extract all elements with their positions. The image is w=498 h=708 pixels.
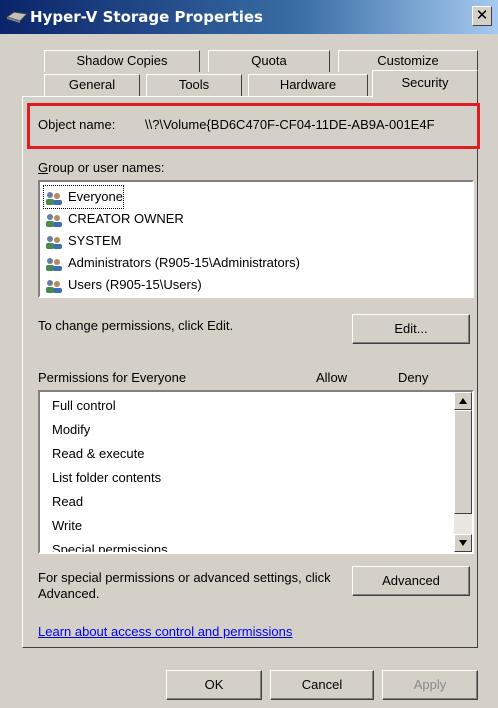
advanced-button-label: Advanced <box>382 573 440 588</box>
group-user-name: Administrators (R905-15\Administrators) <box>68 255 300 270</box>
tab-tools[interactable]: Tools <box>146 74 242 96</box>
deny-header: Deny <box>398 370 429 385</box>
tab-label: General <box>68 77 116 92</box>
edit-button-label: Edit... <box>394 321 428 336</box>
object-name-label: Object name: <box>38 117 116 132</box>
tab-label: Hardware <box>279 77 337 92</box>
group-user-name: Users (R905-15\Users) <box>68 277 202 292</box>
permissions-scrollbar[interactable] <box>454 392 472 552</box>
permission-row: Modify <box>52 422 91 437</box>
user-group-icon <box>46 235 62 249</box>
permissions-label: Permissions for Everyone <box>38 370 187 385</box>
tab-label: Tools <box>178 77 210 92</box>
change-permissions-hint: To change permissions, click Edit. <box>38 318 234 333</box>
user-group-icon <box>46 191 62 205</box>
permission-row: Full control <box>52 398 116 413</box>
window-title: Hyper-V Storage Properties <box>30 8 263 26</box>
advanced-hint: For special permissions or advanced sett… <box>38 570 331 601</box>
apply-button[interactable]: Apply <box>382 670 478 700</box>
permission-row: Write <box>52 518 83 533</box>
close-icon: ✕ <box>475 6 489 24</box>
group-user-item[interactable]: CREATOR OWNER <box>44 208 184 230</box>
group-user-list[interactable]: Everyone CREATOR OWNER SYSTEM Administrator… <box>38 180 474 298</box>
tab-hardware[interactable]: Hardware <box>248 74 368 96</box>
arrow-up-icon <box>459 398 467 404</box>
user-group-icon <box>46 257 62 271</box>
allow-header: Allow <box>316 370 348 385</box>
group-user-name: SYSTEM <box>68 233 122 248</box>
storage-drive-icon <box>6 11 28 23</box>
title-bar[interactable]: Hyper-V Storage Properties ✕ <box>0 0 498 34</box>
group-user-item[interactable]: SYSTEM <box>44 230 121 252</box>
group-user-item[interactable]: Users (R905-15\Users) <box>44 274 202 296</box>
group-user-item[interactable]: Everyone <box>43 185 124 209</box>
object-name-value[interactable]: \\?\Volume{BD6C470F-CF04-11DE-AB9A-001E4… <box>145 117 475 132</box>
ok-button[interactable]: OK <box>166 670 262 700</box>
tab-general[interactable]: General <box>44 74 140 96</box>
permission-row: Read & execute <box>52 446 145 461</box>
group-user-name: CREATOR OWNER <box>68 211 184 226</box>
group-users-label: Group or user names: <box>38 160 165 175</box>
cancel-button-label: Cancel <box>301 677 343 692</box>
tab-label: Security <box>401 75 449 90</box>
cancel-button[interactable]: Cancel <box>270 670 374 700</box>
close-button[interactable]: ✕ <box>472 6 492 26</box>
tab-label: Quota <box>251 53 287 68</box>
user-group-icon <box>46 279 62 293</box>
advanced-button[interactable]: Advanced <box>352 566 470 596</box>
scroll-up-button[interactable] <box>454 392 472 410</box>
permission-row: Special permissions <box>52 542 168 554</box>
properties-window: Hyper-V Storage Properties ✕ Shadow Copi… <box>0 0 498 708</box>
arrow-down-icon <box>459 540 467 546</box>
tab-label: Customize <box>377 53 439 68</box>
tab-security[interactable]: Security <box>372 70 478 98</box>
tab-customize[interactable]: Customize <box>338 50 478 72</box>
permissions-list[interactable]: Special permissions Write Read List folder … <box>38 390 474 554</box>
permission-row: Read <box>52 494 84 509</box>
tab-quota[interactable]: Quota <box>208 50 330 72</box>
tab-shadow-copies[interactable]: Shadow Copies <box>44 50 200 72</box>
learn-access-control-link[interactable]: Learn about access control and permissio… <box>38 624 292 639</box>
apply-button-label: Apply <box>413 677 447 692</box>
ok-button-label: OK <box>204 677 224 692</box>
tab-label: Shadow Copies <box>76 53 168 68</box>
permission-row: List folder contents <box>52 470 162 485</box>
group-user-item[interactable]: Administrators (R905-15\Administrators) <box>44 252 300 274</box>
user-group-icon <box>46 213 62 227</box>
scroll-thumb[interactable] <box>454 410 472 514</box>
scroll-down-button[interactable] <box>454 534 472 552</box>
edit-button[interactable]: Edit... <box>352 314 470 344</box>
group-user-name: Everyone <box>68 189 123 204</box>
